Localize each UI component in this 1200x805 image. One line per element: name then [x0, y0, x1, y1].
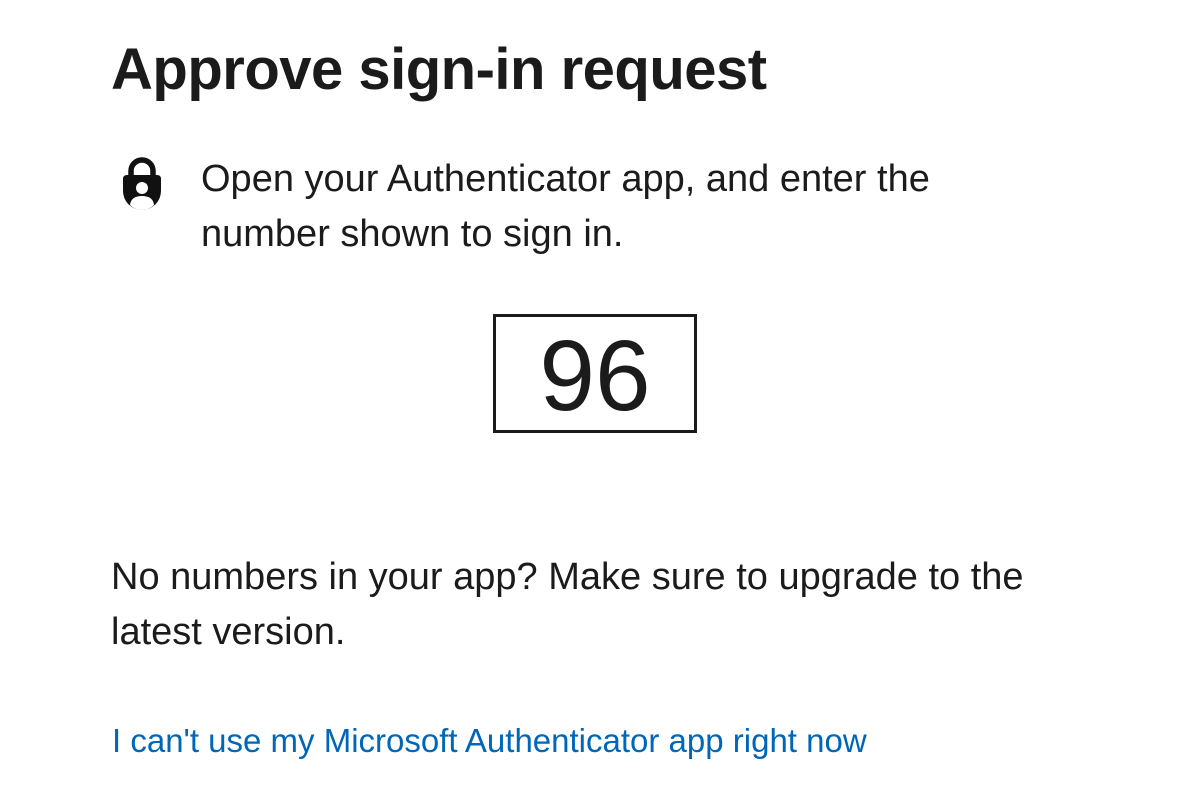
upgrade-notice: No numbers in your app? Make sure to upg…	[111, 556, 1024, 653]
sign-in-approval-panel: Approve sign-in request Open your Authen…	[0, 0, 1200, 805]
number-match-value: 96	[539, 319, 651, 432]
page-title: Approve sign-in request	[111, 37, 767, 102]
cant-use-authenticator-link[interactable]: I can't use my Microsoft Authenticator a…	[112, 722, 867, 760]
lock-person-icon	[114, 155, 170, 215]
instruction-text: Open your Authenticator app, and enter t…	[201, 158, 930, 255]
number-match-box: 96	[493, 314, 697, 433]
